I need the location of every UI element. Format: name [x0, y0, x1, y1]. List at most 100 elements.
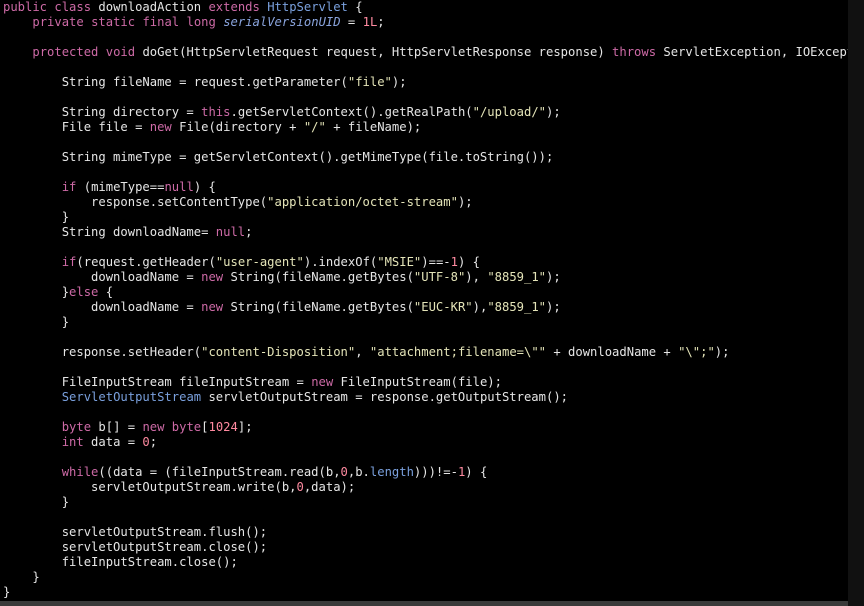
code-text: String fileName = request.getParameter(	[3, 75, 348, 89]
code-text: String(fileName.getBytes(	[223, 300, 414, 314]
code-text: servletOutputStream = response.getOutput…	[201, 390, 568, 404]
keyword-token: extends	[208, 0, 260, 14]
code-line[interactable]: if(request.getHeader("user-agent").index…	[3, 255, 848, 270]
code-line[interactable]: private static final long serialVersionU…	[3, 15, 848, 30]
code-text: ),	[465, 270, 488, 284]
code-line[interactable]: }	[3, 570, 848, 585]
code-line[interactable]	[3, 135, 848, 150]
string-token: "file"	[347, 75, 392, 89]
code-line[interactable]: byte b[] = new byte[1024];	[3, 420, 848, 435]
code-text: File(directory +	[171, 120, 304, 134]
code-text: String mimeType = getServletContext().ge…	[3, 150, 554, 164]
type-token: length	[369, 465, 414, 479]
string-token: "8859_1"	[487, 270, 547, 284]
code-text: data =	[83, 435, 143, 449]
code-line[interactable]: if (mimeType==null) {	[3, 180, 848, 195]
code-line[interactable]	[3, 450, 848, 465]
code-line[interactable]: File file = new File(directory + "/" + f…	[3, 120, 848, 135]
code-line[interactable]: servletOutputStream.write(b,0,data);	[3, 480, 848, 495]
code-text: )==-	[421, 255, 451, 269]
code-text: {	[98, 285, 114, 299]
code-line[interactable]	[3, 405, 848, 420]
code-line[interactable]: String downloadName= null;	[3, 225, 848, 240]
code-text: {	[347, 0, 363, 14]
code-text: )))!=-	[413, 465, 458, 479]
code-text: downloadName =	[3, 270, 202, 284]
code-line[interactable]	[3, 510, 848, 525]
code-text: downloadName =	[3, 300, 202, 314]
code-text: }	[3, 585, 11, 599]
string-token: "/upload/"	[472, 105, 546, 119]
code-line[interactable]	[3, 240, 848, 255]
code-line[interactable]: response.setContentType("application/oct…	[3, 195, 848, 210]
code-text: ;	[149, 435, 158, 449]
keyword-token: new	[142, 420, 165, 434]
string-token: "UTF-8"	[413, 270, 466, 284]
horizontal-scrollbar[interactable]	[0, 601, 848, 606]
code-text: }	[3, 210, 70, 224]
code-line[interactable]: FileInputStream fileInputStream = new Fi…	[3, 375, 848, 390]
code-line[interactable]: String mimeType = getServletContext().ge…	[3, 150, 848, 165]
code-text: }	[3, 495, 70, 509]
code-line[interactable]: while((data = (fileInputStream.read(b,0,…	[3, 465, 848, 480]
keyword-token: byte	[171, 420, 202, 434]
code-line[interactable]: servletOutputStream.flush();	[3, 525, 848, 540]
keyword-token: null	[164, 180, 194, 194]
code-area[interactable]: public class downloadAction extends Http…	[3, 0, 848, 600]
code-line[interactable]: String directory = this.getServletContex…	[3, 105, 848, 120]
code-line[interactable]	[3, 30, 848, 45]
code-line[interactable]: int data = 0;	[3, 435, 848, 450]
code-line[interactable]: response.setHeader("content-Disposition"…	[3, 345, 848, 360]
keyword-token: new	[149, 120, 172, 134]
code-line[interactable]: String fileName = request.getParameter("…	[3, 75, 848, 90]
code-line[interactable]	[3, 330, 848, 345]
code-line[interactable]: servletOutputStream.close();	[3, 540, 848, 555]
code-editor[interactable]: public class downloadAction extends Http…	[0, 0, 848, 606]
code-line[interactable]: }	[3, 495, 848, 510]
string-token: "8859_1"	[487, 300, 547, 314]
code-text: ),	[472, 300, 488, 314]
keyword-token: new	[201, 300, 224, 314]
keyword-token: while	[61, 465, 99, 479]
code-line[interactable]: }else {	[3, 285, 848, 300]
code-text: );	[546, 270, 561, 284]
code-line[interactable]: ServletOutputStream servletOutputStream …	[3, 390, 848, 405]
type-token: ServletOutputStream	[61, 390, 202, 404]
code-line[interactable]: }	[3, 315, 848, 330]
code-text: );	[546, 105, 561, 119]
code-line[interactable]: fileInputStream.close();	[3, 555, 848, 570]
vertical-scrollbar[interactable]	[848, 0, 864, 606]
code-text: fileInputStream.close();	[3, 555, 238, 569]
keyword-token: final	[142, 15, 180, 29]
code-line[interactable]: downloadName = new String(fileName.getBy…	[3, 300, 848, 315]
code-text: doGet(HttpServletRequest request, HttpSe…	[135, 45, 613, 59]
code-line[interactable]: }	[3, 210, 848, 225]
code-text: [	[201, 420, 209, 434]
code-line[interactable]: }	[3, 585, 848, 600]
string-token: "EUC-KR"	[413, 300, 473, 314]
code-text: response.setHeader(	[3, 345, 202, 359]
string-token: "MSIE"	[377, 255, 422, 269]
code-text: }	[3, 285, 70, 299]
code-text: );	[714, 345, 730, 359]
code-text: servletOutputStream.flush();	[3, 525, 268, 539]
code-line[interactable]	[3, 60, 848, 75]
code-text: ];	[237, 420, 253, 434]
code-line[interactable]: protected void doGet(HttpServletRequest …	[3, 45, 848, 60]
code-text: ,	[355, 345, 370, 359]
code-line[interactable]	[3, 165, 848, 180]
code-text: );	[391, 75, 407, 89]
code-line[interactable]: public class downloadAction extends Http…	[3, 0, 848, 15]
number-token: 1L	[362, 15, 378, 29]
code-text: ) {	[465, 465, 488, 479]
code-text: .getServletContext().getRealPath(	[230, 105, 473, 119]
code-line[interactable]: downloadName = new String(fileName.getBy…	[3, 270, 848, 285]
code-text: ;	[377, 15, 385, 29]
code-text: + downloadName +	[546, 345, 679, 359]
code-line[interactable]	[3, 90, 848, 105]
code-line[interactable]	[3, 360, 848, 375]
